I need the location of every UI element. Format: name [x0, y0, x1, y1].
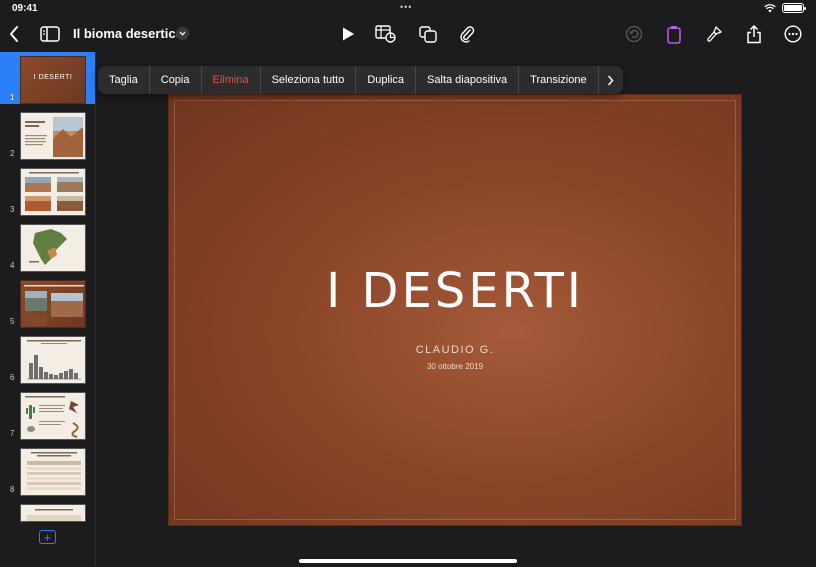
undo-button[interactable] — [622, 22, 646, 46]
slide-thumbnail-4[interactable]: 4 — [0, 220, 95, 272]
slide-title[interactable]: I DESERTI — [169, 263, 741, 319]
slide-thumbnail-2[interactable]: 2 — [0, 108, 95, 160]
slide-number: 3 — [10, 205, 15, 214]
slide-thumbnail-image — [20, 168, 86, 216]
slide-thumbnail-3[interactable]: 3 — [0, 164, 95, 216]
document-menu-button[interactable] — [176, 27, 189, 40]
status-bar: 09:41 ••• — [0, 0, 816, 16]
slide-thumbnail-8[interactable]: 8 — [0, 444, 95, 496]
shapes-icon — [419, 26, 437, 43]
slide-thumbnail-5[interactable]: 5 — [0, 276, 95, 328]
slide-preview-graphic — [25, 396, 79, 438]
status-indicators — [764, 3, 806, 13]
insert-table-chart-button[interactable] — [374, 22, 398, 46]
chevron-left-icon — [10, 26, 18, 42]
chevron-right-icon — [608, 75, 614, 85]
insert-shape-button[interactable] — [416, 22, 440, 46]
slide-navigator[interactable]: I DESERTI 1 2 3 4 5 6 7 8 + — [0, 52, 96, 567]
document-format-icon — [667, 25, 681, 44]
slide-thumbnail-image — [20, 448, 86, 496]
slide-author[interactable]: CLAUDIO G. — [169, 344, 741, 356]
slide-thumbnail-image — [20, 280, 86, 328]
slide-preview-graphic — [24, 285, 84, 326]
slide-thumbnail-image: I DESERTI — [20, 56, 86, 104]
add-slide-button[interactable]: + — [39, 530, 56, 544]
play-icon — [343, 27, 354, 41]
sidebar-toggle-button[interactable] — [38, 22, 62, 46]
slide-thumbnail-6[interactable]: 6 — [0, 332, 95, 384]
slide-thumbnail-7[interactable]: 7 — [0, 388, 95, 440]
slide-number: 6 — [10, 373, 15, 382]
menu-item-cut[interactable]: Taglia — [98, 66, 150, 94]
paperclip-icon — [460, 26, 475, 43]
format-button[interactable] — [662, 22, 686, 46]
ellipsis-circle-icon — [784, 25, 802, 43]
undo-icon — [625, 25, 643, 43]
menu-item-duplicate[interactable]: Duplica — [356, 66, 417, 94]
slide-preview-graphic — [29, 229, 67, 265]
document-title[interactable]: Il bioma desertico — [73, 26, 184, 41]
multitasking-dots-icon[interactable]: ••• — [400, 2, 412, 12]
menu-more-button[interactable] — [599, 66, 623, 94]
slide-preview-graphic — [27, 340, 81, 380]
slide-number: 8 — [10, 485, 15, 494]
menu-item-select-all[interactable]: Seleziona tutto — [261, 66, 357, 94]
slide-number: 2 — [10, 149, 15, 158]
toolbar: Il bioma desertico — [0, 16, 816, 52]
share-icon — [747, 24, 761, 43]
slide-thumbnail-image — [20, 392, 86, 440]
slide-canvas[interactable]: I DESERTI CLAUDIO G. 30 ottobre 2019 — [97, 52, 816, 567]
plus-icon: + — [43, 529, 52, 545]
menu-item-delete[interactable]: Elimina — [202, 66, 261, 94]
slide-thumbnail-9[interactable] — [0, 500, 95, 522]
more-options-button[interactable] — [781, 22, 805, 46]
play-button[interactable] — [336, 22, 360, 46]
paintbrush-icon — [707, 26, 722, 42]
share-button[interactable] — [742, 22, 766, 46]
slide-number: 5 — [10, 317, 15, 326]
current-slide[interactable]: I DESERTI CLAUDIO G. 30 ottobre 2019 — [169, 95, 741, 525]
status-time: 09:41 — [12, 3, 38, 14]
battery-level-fill — [784, 5, 802, 11]
slide-thumbnail-title: I DESERTI — [33, 74, 73, 81]
menu-item-transition[interactable]: Transizione — [519, 66, 599, 94]
slide-preview-graphic — [25, 117, 83, 157]
insert-media-button[interactable] — [455, 22, 479, 46]
slide-thumbnail-image — [20, 224, 86, 272]
sidebar-icon — [40, 26, 60, 42]
back-button[interactable] — [2, 22, 26, 46]
chevron-down-icon — [179, 31, 186, 36]
format-brush-button[interactable] — [702, 22, 726, 46]
slide-number: 7 — [10, 429, 15, 438]
wifi-icon — [764, 3, 776, 12]
slide-preview-graphic — [25, 172, 83, 211]
slide-thumbnail-image — [20, 336, 86, 384]
slide-thumbnail-image — [20, 112, 86, 160]
slide-preview-graphic — [27, 452, 81, 490]
menu-item-skip-slide[interactable]: Salta diapositiva — [416, 66, 520, 94]
slide-date[interactable]: 30 ottobre 2019 — [169, 362, 741, 371]
battery-icon — [782, 3, 806, 13]
slide-thumbnail-1[interactable]: I DESERTI 1 — [0, 52, 95, 104]
menu-item-copy[interactable]: Copia — [150, 66, 202, 94]
edit-context-menu: Taglia Copia Elimina Seleziona tutto Dup… — [98, 66, 623, 94]
slide-number: 4 — [10, 261, 15, 270]
table-chart-icon — [375, 25, 396, 43]
slide-preview-graphic — [27, 509, 81, 521]
home-indicator[interactable] — [299, 559, 517, 563]
slide-number: 1 — [10, 93, 15, 102]
slide-thumbnail-image — [20, 504, 86, 522]
